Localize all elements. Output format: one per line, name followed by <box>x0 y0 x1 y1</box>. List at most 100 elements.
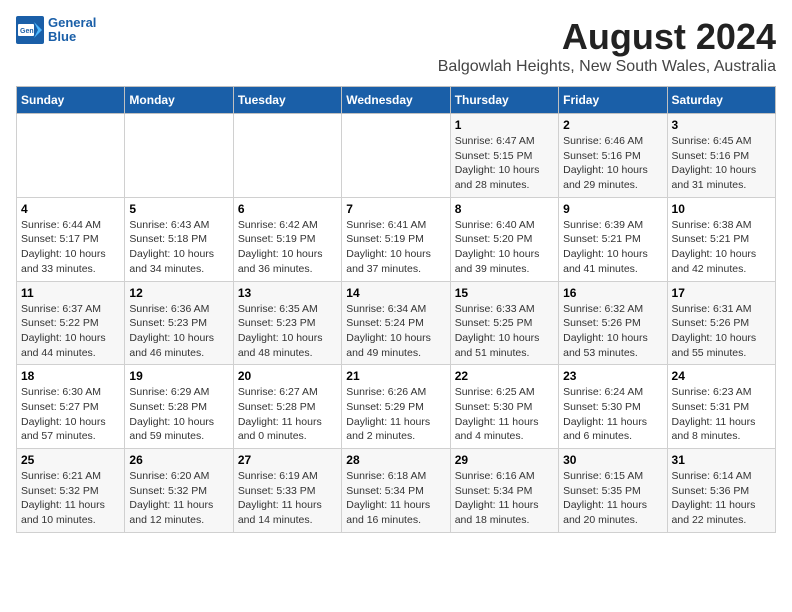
calendar-cell: 7Sunrise: 6:41 AMSunset: 5:19 PMDaylight… <box>342 197 450 281</box>
calendar-cell: 27 Sunrise: 6:19 AMSunset: 5:33 PMDayligh… <box>233 449 341 533</box>
week-row-5: 25 Sunrise: 6:21 AMSunset: 5:32 PMDayligh… <box>17 449 776 533</box>
day-info: Sunrise: 6:23 AMSunset: 5:31 PMDaylight:… <box>672 385 771 444</box>
calendar-cell: 8 Sunrise: 6:40 AMSunset: 5:20 PMDaylight… <box>450 197 558 281</box>
calendar-cell <box>17 114 125 198</box>
generalblue-logo-icon: Gen <box>16 16 44 44</box>
day-info: Sunrise: 6:44 AMSunset: 5:17 PMDaylight:… <box>21 218 120 277</box>
day-info: Sunrise: 6:27 AMSunset: 5:28 PMDaylight:… <box>238 385 337 444</box>
day-number: 6 <box>238 202 337 216</box>
subtitle: Balgowlah Heights, New South Wales, Aust… <box>438 58 776 76</box>
day-info: Sunrise: 6:35 AMSunset: 5:23 PMDaylight:… <box>238 302 337 361</box>
calendar-cell: 15 Sunrise: 6:33 AMSunset: 5:25 PMDayligh… <box>450 281 558 365</box>
day-info: Sunrise: 6:34 AMSunset: 5:24 PMDaylight:… <box>346 302 445 361</box>
calendar-cell: 25 Sunrise: 6:21 AMSunset: 5:32 PMDayligh… <box>17 449 125 533</box>
weekday-header-sunday: Sunday <box>17 87 125 114</box>
calendar-cell: 13 Sunrise: 6:35 AMSunset: 5:23 PMDayligh… <box>233 281 341 365</box>
calendar-cell: 17 Sunrise: 6:31 AMSunset: 5:26 PMDayligh… <box>667 281 775 365</box>
main-title: August 2024 <box>438 16 776 58</box>
day-info: Sunrise: 6:21 AMSunset: 5:32 PMDaylight:… <box>21 469 120 528</box>
day-number: 22 <box>455 369 554 383</box>
weekday-header-wednesday: Wednesday <box>342 87 450 114</box>
day-number: 24 <box>672 369 771 383</box>
logo-text: General Blue <box>48 16 96 45</box>
day-info: Sunrise: 6:41 AMSunset: 5:19 PMDaylight:… <box>346 218 445 277</box>
week-row-3: 11Sunrise: 6:37 AMSunset: 5:22 PMDayligh… <box>17 281 776 365</box>
calendar-cell: 26Sunrise: 6:20 AMSunset: 5:32 PMDayligh… <box>125 449 233 533</box>
calendar-cell: 2Sunrise: 6:46 AMSunset: 5:16 PMDaylight… <box>559 114 667 198</box>
calendar-cell: 31 Sunrise: 6:14 AMSunset: 5:36 PMDayligh… <box>667 449 775 533</box>
day-number: 4 <box>21 202 120 216</box>
calendar-cell: 30Sunrise: 6:15 AMSunset: 5:35 PMDayligh… <box>559 449 667 533</box>
day-number: 28 <box>346 453 445 467</box>
day-number: 2 <box>563 118 662 132</box>
calendar-cell: 19 Sunrise: 6:29 AMSunset: 5:28 PMDayligh… <box>125 365 233 449</box>
day-number: 13 <box>238 286 337 300</box>
day-info: Sunrise: 6:32 AMSunset: 5:26 PMDaylight:… <box>563 302 662 361</box>
day-info: Sunrise: 6:29 AMSunset: 5:28 PMDaylight:… <box>129 385 228 444</box>
svg-text:Gen: Gen <box>20 28 34 35</box>
week-row-4: 18 Sunrise: 6:30 AMSunset: 5:27 PMDayligh… <box>17 365 776 449</box>
calendar-cell: 24 Sunrise: 6:23 AMSunset: 5:31 PMDayligh… <box>667 365 775 449</box>
calendar-cell: 21Sunrise: 6:26 AMSunset: 5:29 PMDayligh… <box>342 365 450 449</box>
calendar-cell: 6Sunrise: 6:42 AMSunset: 5:19 PMDaylight… <box>233 197 341 281</box>
day-number: 1 <box>455 118 554 132</box>
day-number: 26 <box>129 453 228 467</box>
day-info: Sunrise: 6:33 AMSunset: 5:25 PMDaylight:… <box>455 302 554 361</box>
day-info: Sunrise: 6:16 AMSunset: 5:34 PMDaylight:… <box>455 469 554 528</box>
calendar-cell: 14 Sunrise: 6:34 AMSunset: 5:24 PMDayligh… <box>342 281 450 365</box>
calendar-cell: 9Sunrise: 6:39 AMSunset: 5:21 PMDaylight… <box>559 197 667 281</box>
day-number: 21 <box>346 369 445 383</box>
calendar-cell: 11Sunrise: 6:37 AMSunset: 5:22 PMDayligh… <box>17 281 125 365</box>
calendar-cell: 22 Sunrise: 6:25 AMSunset: 5:30 PMDayligh… <box>450 365 558 449</box>
day-info: Sunrise: 6:38 AMSunset: 5:21 PMDaylight:… <box>672 218 771 277</box>
calendar-cell: 10Sunrise: 6:38 AMSunset: 5:21 PMDayligh… <box>667 197 775 281</box>
calendar-table: SundayMondayTuesdayWednesdayThursdayFrid… <box>16 86 776 533</box>
day-info: Sunrise: 6:40 AMSunset: 5:20 PMDaylight:… <box>455 218 554 277</box>
day-number: 27 <box>238 453 337 467</box>
logo: Gen General Blue <box>16 16 96 45</box>
calendar-cell: 3 Sunrise: 6:45 AMSunset: 5:16 PMDaylight… <box>667 114 775 198</box>
weekday-header-thursday: Thursday <box>450 87 558 114</box>
day-number: 15 <box>455 286 554 300</box>
day-info: Sunrise: 6:47 AMSunset: 5:15 PMDaylight:… <box>455 134 554 193</box>
day-info: Sunrise: 6:30 AMSunset: 5:27 PMDaylight:… <box>21 385 120 444</box>
day-info: Sunrise: 6:39 AMSunset: 5:21 PMDaylight:… <box>563 218 662 277</box>
day-number: 20 <box>238 369 337 383</box>
calendar-cell <box>342 114 450 198</box>
day-info: Sunrise: 6:36 AMSunset: 5:23 PMDaylight:… <box>129 302 228 361</box>
calendar-cell: 20 Sunrise: 6:27 AMSunset: 5:28 PMDayligh… <box>233 365 341 449</box>
title-section: August 2024 Balgowlah Heights, New South… <box>438 16 776 76</box>
day-number: 25 <box>21 453 120 467</box>
day-number: 16 <box>563 286 662 300</box>
weekday-header-saturday: Saturday <box>667 87 775 114</box>
day-number: 14 <box>346 286 445 300</box>
day-number: 19 <box>129 369 228 383</box>
day-number: 17 <box>672 286 771 300</box>
day-number: 3 <box>672 118 771 132</box>
top-bar: Gen General Blue August 2024 Balgowlah H… <box>16 16 776 78</box>
calendar-cell: 29Sunrise: 6:16 AMSunset: 5:34 PMDayligh… <box>450 449 558 533</box>
calendar-cell: 16 Sunrise: 6:32 AMSunset: 5:26 PMDayligh… <box>559 281 667 365</box>
day-info: Sunrise: 6:19 AMSunset: 5:33 PMDaylight:… <box>238 469 337 528</box>
day-number: 12 <box>129 286 228 300</box>
calendar-cell: 1 Sunrise: 6:47 AMSunset: 5:15 PMDaylight… <box>450 114 558 198</box>
day-info: Sunrise: 6:15 AMSunset: 5:35 PMDaylight:… <box>563 469 662 528</box>
day-info: Sunrise: 6:45 AMSunset: 5:16 PMDaylight:… <box>672 134 771 193</box>
week-row-1: 1 Sunrise: 6:47 AMSunset: 5:15 PMDaylight… <box>17 114 776 198</box>
day-number: 18 <box>21 369 120 383</box>
day-info: Sunrise: 6:37 AMSunset: 5:22 PMDaylight:… <box>21 302 120 361</box>
weekday-header-tuesday: Tuesday <box>233 87 341 114</box>
calendar-cell: 18 Sunrise: 6:30 AMSunset: 5:27 PMDayligh… <box>17 365 125 449</box>
calendar-cell <box>125 114 233 198</box>
day-info: Sunrise: 6:25 AMSunset: 5:30 PMDaylight:… <box>455 385 554 444</box>
day-number: 8 <box>455 202 554 216</box>
day-info: Sunrise: 6:14 AMSunset: 5:36 PMDaylight:… <box>672 469 771 528</box>
calendar-cell: 5Sunrise: 6:43 AMSunset: 5:18 PMDaylight… <box>125 197 233 281</box>
calendar-cell: 4 Sunrise: 6:44 AMSunset: 5:17 PMDaylight… <box>17 197 125 281</box>
day-number: 31 <box>672 453 771 467</box>
weekday-header-monday: Monday <box>125 87 233 114</box>
day-number: 23 <box>563 369 662 383</box>
day-info: Sunrise: 6:31 AMSunset: 5:26 PMDaylight:… <box>672 302 771 361</box>
day-info: Sunrise: 6:43 AMSunset: 5:18 PMDaylight:… <box>129 218 228 277</box>
calendar-cell: 12 Sunrise: 6:36 AMSunset: 5:23 PMDayligh… <box>125 281 233 365</box>
